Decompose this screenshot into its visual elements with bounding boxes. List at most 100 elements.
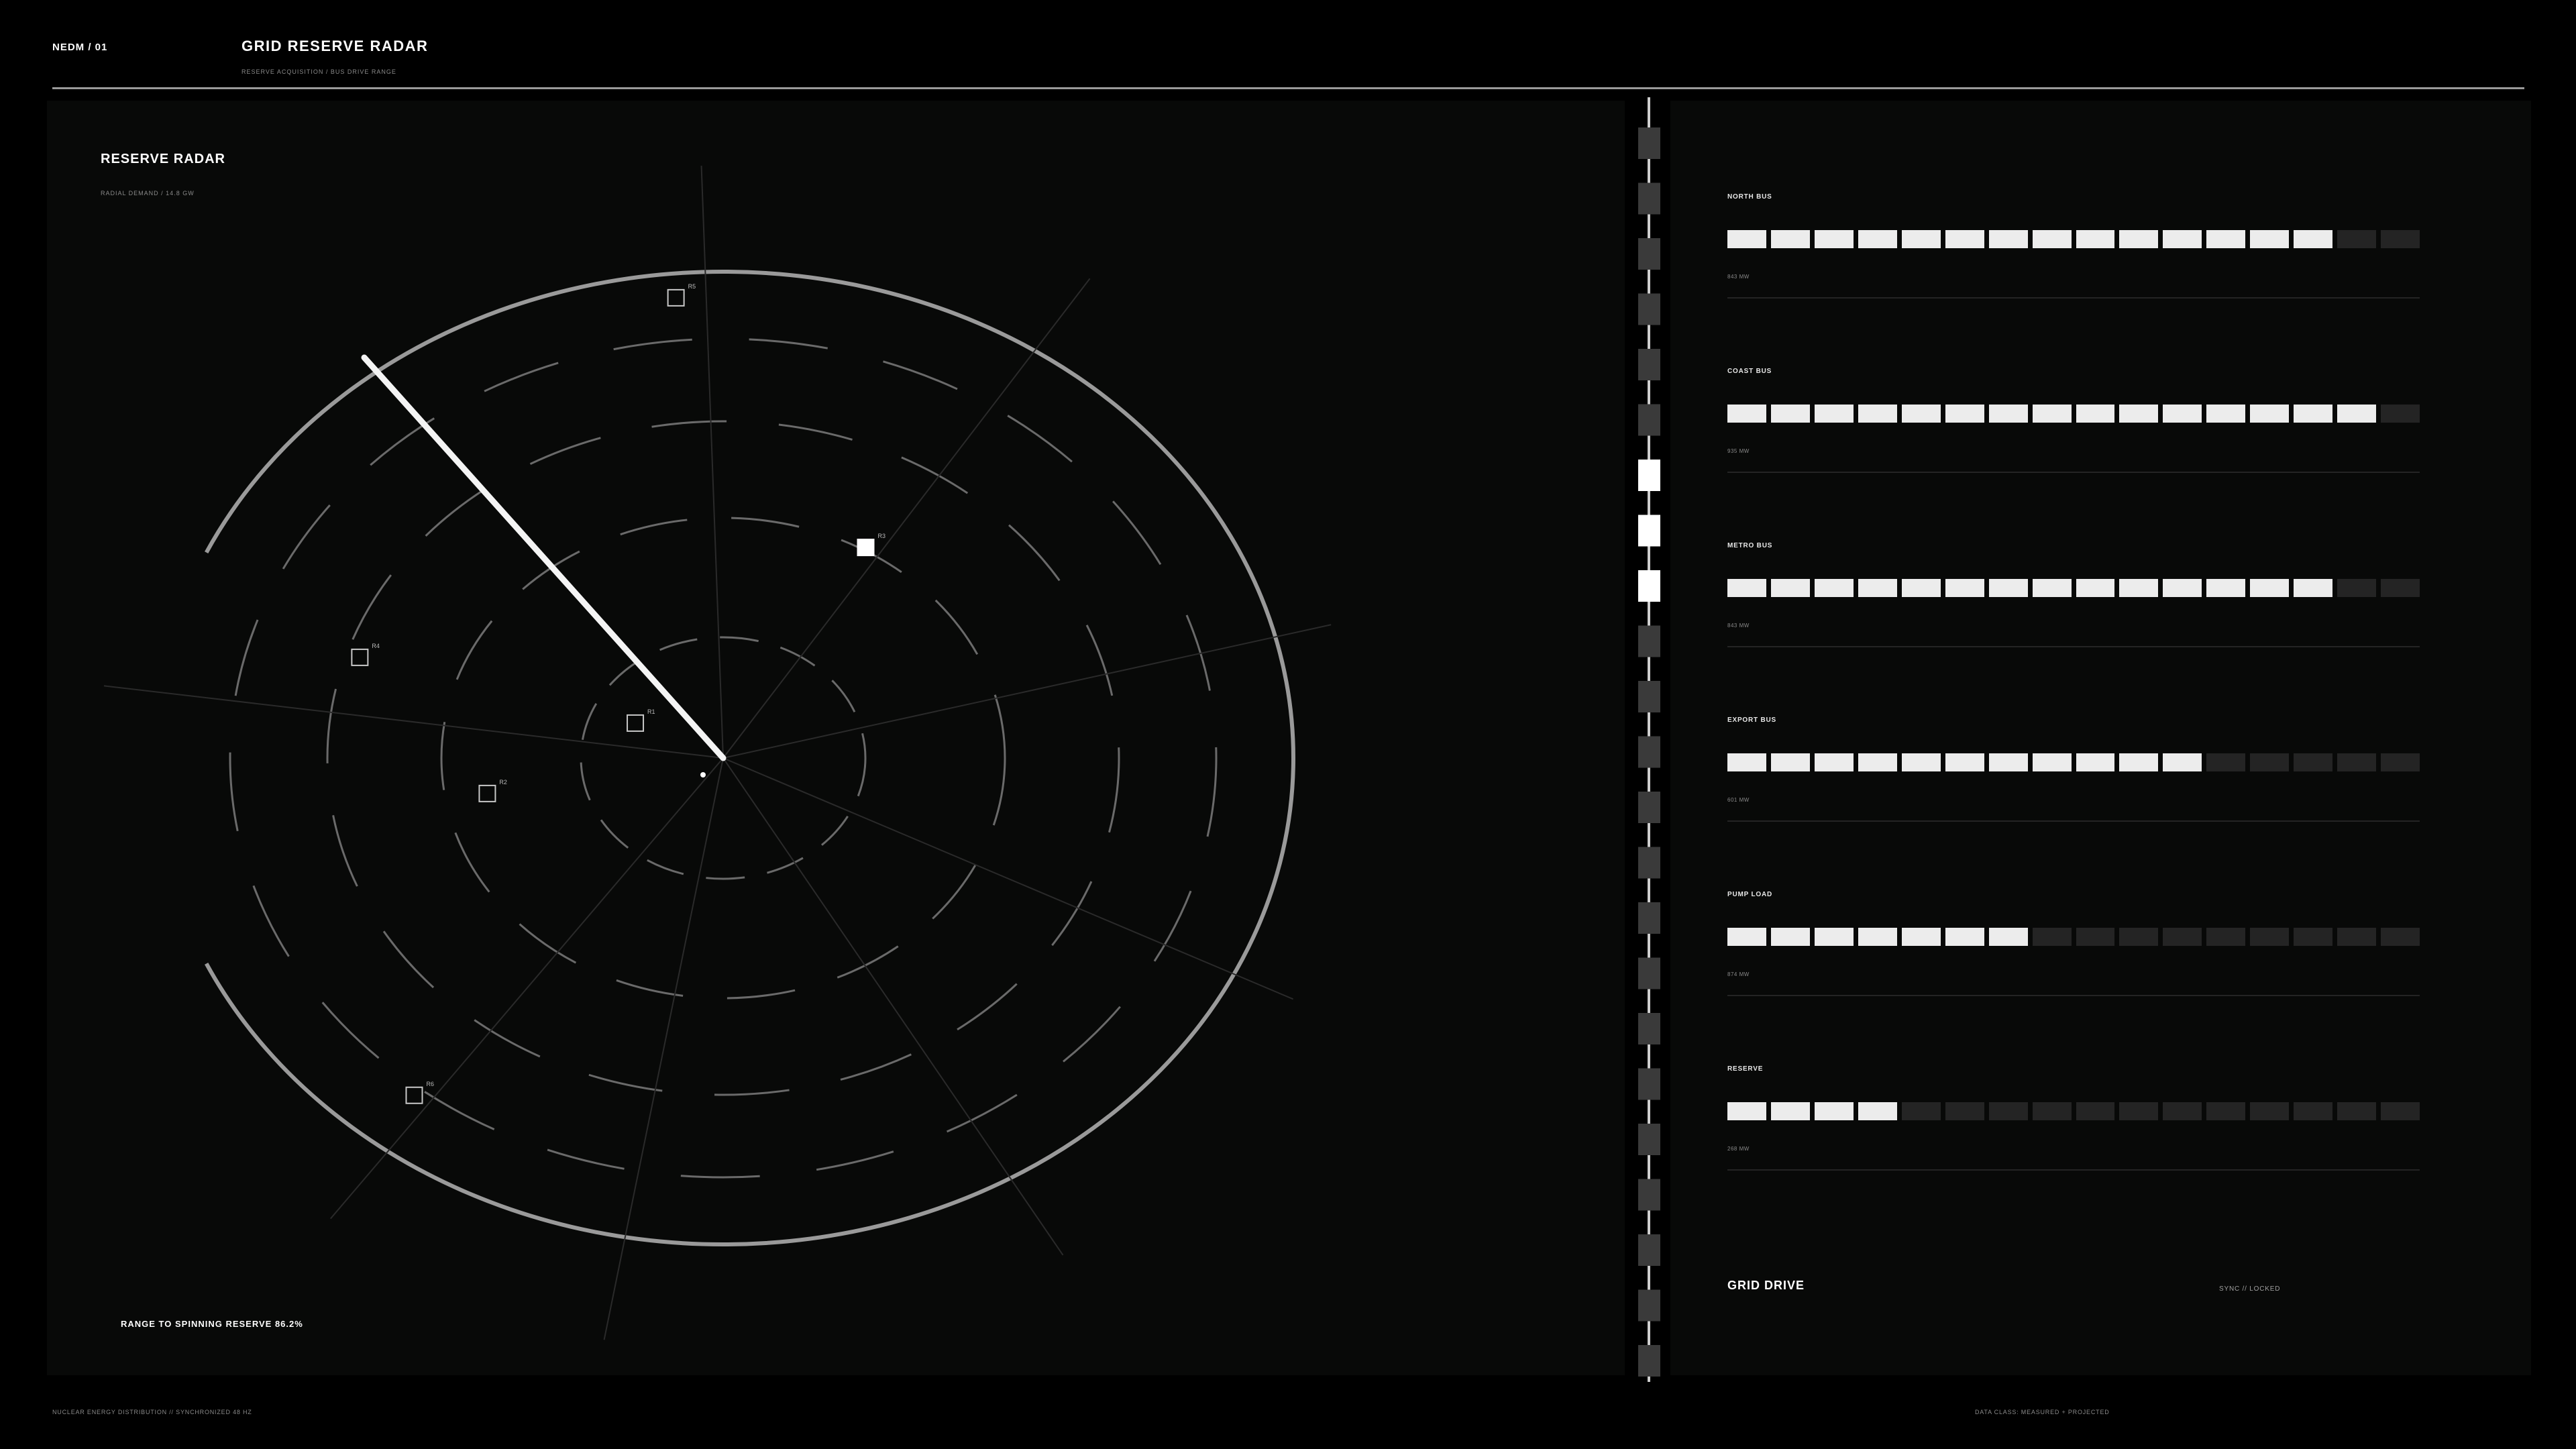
drive-block	[1638, 902, 1660, 934]
bus-level-segment	[2076, 1102, 2115, 1120]
bus-level-segment	[1814, 928, 1854, 946]
radar-marker: R1	[627, 708, 655, 732]
radar-spoke-2	[722, 278, 1091, 759]
bus-level-segment	[1727, 1102, 1766, 1120]
footer-right: DATA CLASS: MEASURED + PROJECTED	[1975, 1409, 2110, 1415]
bus-level-segment	[2294, 579, 2333, 597]
bus-row: EXPORT BUS 601 MW	[1727, 716, 2420, 822]
bus-level-segment	[1814, 405, 1854, 423]
drive-block	[1638, 681, 1660, 712]
bus-level-segment	[2206, 405, 2246, 423]
bus-level-segment	[1727, 753, 1766, 771]
bus-level-segment	[1858, 928, 1897, 946]
drive-block	[1638, 957, 1660, 989]
bus-level-segment	[1727, 928, 1766, 946]
bus-level-segment	[2337, 753, 2377, 771]
range-label: RANGE TO SPINNING RESERVE 86.2%	[121, 1319, 303, 1329]
bus-level-segment	[2032, 579, 2072, 597]
radar-spoke-5	[722, 757, 1064, 1256]
bus-divider	[1727, 297, 2420, 299]
footer-left: NUCLEAR ENERGY DISTRIBUTION // SYNCHRONI…	[52, 1409, 252, 1415]
bus-level-segment	[2250, 405, 2290, 423]
bus-level-segment	[2076, 230, 2115, 248]
bus-level-segment	[2337, 579, 2377, 597]
bus-level-segment	[1814, 579, 1854, 597]
drive-block	[1638, 238, 1660, 270]
bus-level-segment	[1945, 928, 1984, 946]
bus-name: EXPORT BUS	[1727, 716, 1777, 724]
radar-marker: R2	[478, 779, 507, 802]
drive-block	[1638, 847, 1660, 879]
bus-level-segment	[2163, 928, 2202, 946]
bus-level-segment	[2076, 405, 2115, 423]
bus-level-segment	[2032, 1102, 2072, 1120]
bus-level-segment	[2206, 1102, 2246, 1120]
radar-spoke-3	[722, 624, 1332, 759]
bus-level-segment	[2294, 1102, 2333, 1120]
bus-level-segment	[1858, 753, 1897, 771]
drive-block	[1638, 1289, 1660, 1322]
bus-level-segment	[1858, 230, 1897, 248]
bus-divider	[1727, 995, 2420, 996]
drive-block	[1638, 182, 1660, 215]
bus-divider	[1727, 820, 2420, 822]
bus-level-segment	[2381, 753, 2420, 771]
bus-level-segment	[1988, 1102, 2028, 1120]
bus-name: METRO BUS	[1727, 542, 1773, 549]
bus-level-segment	[2206, 753, 2246, 771]
bus-level-segment	[2206, 230, 2246, 248]
radar-subtitle: RADIAL DEMAND / 14.8 GW	[101, 190, 195, 197]
bus-level-segment	[1988, 230, 2028, 248]
bus-level-segment	[1814, 230, 1854, 248]
bus-level-segment	[2119, 230, 2159, 248]
bus-row: PUMP LOAD 874 MW	[1727, 891, 2420, 996]
radar-marker-label: R3	[878, 533, 886, 539]
drive-block	[1638, 792, 1660, 823]
bus-row: RESERVE 268 MW	[1727, 1065, 2420, 1171]
bus-level-segment	[1901, 928, 1941, 946]
radar-marker-label: R2	[499, 779, 507, 786]
bus-divider	[1727, 1169, 2420, 1171]
bus-level-segment	[1727, 579, 1766, 597]
bus-level-bar	[1727, 753, 2420, 771]
bus-level-segment	[2381, 230, 2420, 248]
bus-level-segment	[1988, 928, 2028, 946]
bus-row: COAST BUS 935 MW	[1727, 368, 2420, 473]
bus-level-segment	[2294, 405, 2333, 423]
bus-name: COAST BUS	[1727, 368, 1772, 375]
bus-level-segment	[2250, 230, 2290, 248]
bus-level-segment	[2294, 753, 2333, 771]
radar-marker: R4	[351, 643, 380, 666]
radar-spoke-6	[603, 757, 724, 1340]
drive-block	[1638, 127, 1660, 159]
bus-level-segment	[1901, 230, 1941, 248]
bus-level-bar	[1727, 405, 2420, 423]
bus-level-segment	[2032, 753, 2072, 771]
bus-name: RESERVE	[1727, 1065, 1764, 1073]
bus-level-segment	[1945, 753, 1984, 771]
bus-value: 874 MW	[1727, 971, 1750, 977]
radar-spoke-8	[103, 685, 724, 759]
bus-level-segment	[1727, 405, 1766, 423]
bus-value: 601 MW	[1727, 797, 1750, 803]
bus-level-segment	[2119, 579, 2159, 597]
bus-level-segment	[1901, 1102, 1941, 1120]
bus-level-segment	[2381, 579, 2420, 597]
drive-block	[1638, 1068, 1660, 1100]
bus-level-bar	[1727, 928, 2420, 946]
bus-level-segment	[1858, 579, 1897, 597]
bus-level-segment	[1770, 230, 1810, 248]
bus-level-segment	[2294, 928, 2333, 946]
bus-level-segment	[1901, 753, 1941, 771]
bus-level-segment	[2337, 928, 2377, 946]
bus-level-segment	[2337, 405, 2377, 423]
bus-level-segment	[2076, 753, 2115, 771]
bus-level-segment	[2032, 405, 2072, 423]
drive-block	[1638, 1345, 1660, 1377]
bus-level-segment	[1770, 579, 1810, 597]
bus-level-segment	[2163, 405, 2202, 423]
bus-level-segment	[2250, 1102, 2290, 1120]
bus-value: 843 MW	[1727, 623, 1750, 629]
drive-block	[1638, 349, 1660, 380]
bus-level-segment	[2032, 928, 2072, 946]
